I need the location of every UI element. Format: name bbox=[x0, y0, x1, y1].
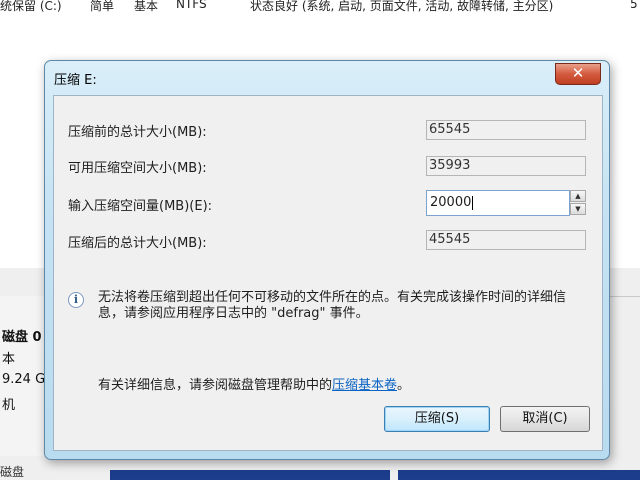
volume-name: 统保留 (C:) bbox=[0, 0, 62, 13]
total-size-after-field: 45545 bbox=[426, 230, 586, 250]
disk-type: 本 bbox=[2, 352, 16, 367]
volume-layout: 简单 bbox=[90, 0, 115, 13]
background-volume-row: 统保留 (C:) 简单 基本 NTFS 状态良好 (系统, 启动, 页面文件, … bbox=[0, 0, 640, 14]
info-icon: i bbox=[68, 292, 84, 308]
disk-status: 机 bbox=[2, 398, 16, 413]
total-size-before-label: 压缩前的总计大小(MB): bbox=[68, 125, 207, 140]
available-shrink-label: 可用压缩空间大小(MB): bbox=[68, 161, 207, 176]
info-message: 无法将卷压缩到超出任何不可移动的文件所在的点。有关完成该操作时间的详细信息，请参… bbox=[98, 290, 567, 321]
spin-down-icon[interactable]: ▼ bbox=[570, 203, 586, 215]
shrink-button[interactable]: 压缩(S) bbox=[384, 406, 490, 432]
help-prefix: 有关详细信息，请参阅磁盘管理帮助中的 bbox=[98, 378, 333, 393]
volume-type: 基本 bbox=[134, 0, 159, 13]
shrink-amount-input[interactable]: 20000 bbox=[426, 190, 570, 216]
disk-size: 9.24 GB bbox=[2, 372, 49, 387]
disk-info-panel[interactable]: 磁盘 0 本 9.24 GB 机 bbox=[0, 296, 49, 456]
partition-bar-2[interactable] bbox=[398, 470, 640, 480]
shrink-basic-volume-link[interactable]: 压缩基本卷 bbox=[332, 378, 397, 393]
close-icon: ✕ bbox=[571, 64, 585, 82]
disk-label: 磁盘 0 bbox=[2, 330, 42, 345]
shrink-amount-label: 输入压缩空间量(MB)(E): bbox=[68, 199, 213, 214]
disk-label-bottom: 磁盘 bbox=[0, 465, 25, 479]
volume-status: 状态良好 (系统, 启动, 页面文件, 活动, 故障转储, 主分区) bbox=[250, 0, 554, 13]
shrink-dialog: 压缩 E: ✕ 压缩前的总计大小(MB): 65545 可用压缩空间大小(MB)… bbox=[44, 60, 610, 460]
help-suffix: 。 bbox=[397, 378, 411, 393]
spin-up-icon[interactable]: ▲ bbox=[570, 190, 586, 202]
help-text: 有关详细信息，请参阅磁盘管理帮助中的压缩基本卷。 bbox=[98, 374, 410, 393]
total-size-after-label: 压缩后的总计大小(MB): bbox=[68, 236, 207, 251]
total-size-before-field: 65545 bbox=[426, 120, 586, 140]
volume-filesystem: NTFS bbox=[176, 0, 207, 11]
available-shrink-field: 35993 bbox=[426, 156, 586, 176]
cancel-button[interactable]: 取消(C) bbox=[500, 406, 590, 432]
shrink-amount-value: 20000 bbox=[430, 195, 472, 210]
text-caret bbox=[472, 195, 474, 210]
dialog-title: 压缩 E: bbox=[54, 73, 97, 88]
partition-bar-1[interactable] bbox=[110, 470, 390, 480]
dialog-body: 压缩前的总计大小(MB): 65545 可用压缩空间大小(MB): 35993 … bbox=[53, 95, 603, 451]
close-button[interactable]: ✕ bbox=[555, 63, 601, 85]
shrink-amount-spinner[interactable]: ▲ ▼ bbox=[570, 190, 586, 216]
volume-extra: 5 bbox=[630, 0, 638, 11]
